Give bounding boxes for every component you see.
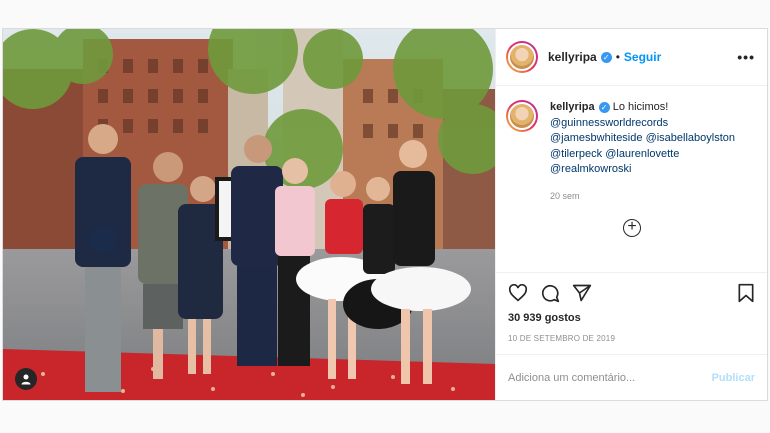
person-tag-icon <box>21 374 31 385</box>
header-username[interactable]: kellyripa <box>548 50 597 64</box>
caption-verified-icon: ✓ <box>598 101 610 113</box>
post-photo[interactable] <box>3 29 495 400</box>
share-icon[interactable] <box>572 283 592 303</box>
mention-link[interactable]: @jamesbwhiteside <box>550 132 643 144</box>
load-more-comments-button[interactable]: + <box>623 219 641 237</box>
more-options-icon[interactable]: ••• <box>737 49 755 65</box>
mention-link[interactable]: @realmkowroski <box>550 163 631 175</box>
publish-button[interactable]: Publicar <box>712 372 755 384</box>
comments-section: kellyripa ✓ Lo hicimos! @guinnessworldrec… <box>496 86 767 272</box>
post-date: 10 DE SETEMBRO DE 2019 <box>508 334 616 343</box>
like-heart-icon[interactable] <box>508 283 528 302</box>
caption-username[interactable]: kellyripa <box>550 101 595 113</box>
caption-text: Lo hicimos! <box>612 101 669 113</box>
post-card: kellyripa ✓ • Seguir ••• kellyripa ✓ Lo h… <box>2 28 768 401</box>
mention-link[interactable]: @isabellaboylston <box>646 132 735 144</box>
verified-icon: ✓ <box>600 51 612 63</box>
caption-text-block: kellyripa ✓ Lo hicimos! @guinnessworldrec… <box>550 100 735 204</box>
mention-link[interactable]: @tilerpeck <box>550 148 602 160</box>
mention-link[interactable]: @guinnessworldrecords <box>550 116 735 132</box>
caption-avatar[interactable] <box>506 100 538 132</box>
comment-icon[interactable] <box>540 283 560 303</box>
add-comment-bar: Publicar <box>496 354 767 400</box>
caption: kellyripa ✓ Lo hicimos! @guinnessworldrec… <box>506 100 755 204</box>
caption-time: 20 sem <box>550 190 580 201</box>
likes-count[interactable]: 30 939 gostos <box>496 312 767 330</box>
avatar[interactable] <box>506 41 538 73</box>
post-image <box>3 29 495 400</box>
bookmark-icon[interactable] <box>737 283 755 303</box>
mention-link[interactable]: @laurenlovette <box>605 148 679 160</box>
tagged-people-button[interactable] <box>15 368 37 390</box>
avatar-image <box>508 43 536 71</box>
separator-dot: • <box>615 50 620 64</box>
post-sidebar: kellyripa ✓ • Seguir ••• kellyripa ✓ Lo h… <box>495 29 767 400</box>
comment-input[interactable] <box>508 371 712 384</box>
caption-avatar-image <box>508 102 536 130</box>
post-header: kellyripa ✓ • Seguir ••• <box>496 29 767 86</box>
follow-button[interactable]: Seguir <box>624 50 661 64</box>
action-bar <box>496 272 767 312</box>
